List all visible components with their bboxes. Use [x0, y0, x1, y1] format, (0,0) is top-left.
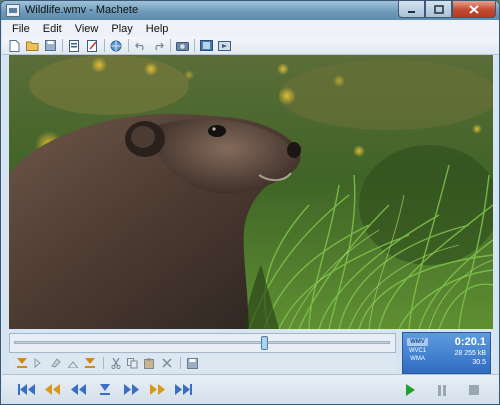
- save-icon[interactable]: [43, 39, 57, 52]
- video-codec: WVC1: [408, 348, 427, 354]
- minimize-button[interactable]: [398, 1, 425, 18]
- skip-end-icon: [175, 384, 192, 395]
- seek-thumb[interactable]: [261, 336, 268, 350]
- mark-end-icon[interactable]: [82, 357, 97, 370]
- save-clip-icon[interactable]: [185, 357, 200, 370]
- pause-icon: [438, 384, 446, 396]
- toolbar-separator: [194, 39, 195, 52]
- eraser-icon[interactable]: [48, 357, 63, 370]
- rewind-icon: [71, 384, 86, 395]
- menu-view[interactable]: View: [75, 23, 99, 35]
- mark-in-icon[interactable]: [14, 357, 29, 370]
- codec-info: WMV WVC1 WMA: [407, 338, 428, 363]
- status-panel: WMV WVC1 WMA 0:20.1 28 255 kB 30.5: [402, 332, 491, 374]
- menu-edit[interactable]: Edit: [43, 23, 62, 35]
- format-badge: WMV: [407, 338, 428, 346]
- menu-play[interactable]: Play: [111, 23, 132, 35]
- play-button[interactable]: [399, 382, 421, 398]
- edit-separator: [180, 357, 181, 369]
- cut-icon[interactable]: [108, 357, 123, 370]
- window-controls: [398, 1, 496, 18]
- filmstrip-icon[interactable]: [199, 39, 213, 52]
- skip-start-icon: [18, 384, 35, 395]
- seek-bar[interactable]: [9, 333, 396, 353]
- fps-display: 30.5: [472, 359, 486, 366]
- app-icon: [6, 4, 20, 17]
- stop-icon: [469, 385, 479, 395]
- play-icon: [405, 384, 415, 396]
- kb-display: 28 255 kB: [454, 350, 486, 357]
- audio-codec: WMA: [410, 356, 425, 362]
- video-frame[interactable]: [9, 55, 493, 329]
- step-frame-button[interactable]: [94, 382, 116, 398]
- prev-mark-icon: [45, 384, 60, 395]
- fast-forward-button[interactable]: [120, 382, 142, 398]
- globe-icon[interactable]: [109, 39, 123, 52]
- window-title: Wildlife.wmv - Machete: [25, 4, 139, 16]
- edit-separator: [103, 357, 104, 369]
- edit-info-icon[interactable]: [85, 39, 99, 52]
- pause-button[interactable]: [431, 382, 453, 398]
- minimize-icon: [408, 10, 415, 13]
- next-mark-icon: [150, 384, 165, 395]
- toolbar-separator: [128, 39, 129, 52]
- prev-mark-button[interactable]: [42, 382, 64, 398]
- transport-bar: [2, 374, 499, 404]
- go-to-end-button[interactable]: [172, 382, 194, 398]
- delete-icon[interactable]: [159, 357, 174, 370]
- redo-icon[interactable]: [151, 39, 165, 52]
- next-mark-button[interactable]: [146, 382, 168, 398]
- step-frame-icon: [100, 384, 110, 395]
- edit-toolbar: [9, 354, 396, 372]
- marmot-video-image: [9, 55, 493, 329]
- copy-icon[interactable]: [125, 357, 140, 370]
- snapshot-icon[interactable]: [175, 39, 189, 52]
- seek-track[interactable]: [14, 336, 390, 350]
- mark-out-icon[interactable]: [65, 357, 80, 370]
- toolbar-separator: [62, 39, 63, 52]
- stop-button[interactable]: [463, 382, 485, 398]
- app-window: Wildlife.wmv - Machete File Edit View Pl…: [0, 0, 500, 405]
- playback-controls: [389, 382, 485, 398]
- toolbar-separator: [104, 39, 105, 52]
- main-toolbar: [2, 37, 499, 55]
- go-to-start-button[interactable]: [16, 382, 38, 398]
- close-button[interactable]: [452, 1, 496, 18]
- menu-file[interactable]: File: [12, 23, 30, 35]
- goto-mark-icon[interactable]: [31, 357, 46, 370]
- undo-icon[interactable]: [133, 39, 147, 52]
- close-icon: [469, 4, 479, 14]
- fast-forward-icon: [124, 384, 139, 395]
- rewind-button[interactable]: [68, 382, 90, 398]
- title-bar: Wildlife.wmv - Machete: [1, 1, 499, 20]
- maximize-icon: [433, 4, 444, 14]
- new-file-icon[interactable]: [7, 39, 21, 52]
- open-folder-icon[interactable]: [25, 39, 39, 52]
- export-video-icon[interactable]: [217, 39, 231, 52]
- time-display: 0:20.1: [454, 336, 486, 348]
- maximize-button[interactable]: [425, 1, 452, 18]
- paste-icon[interactable]: [142, 357, 157, 370]
- menu-help[interactable]: Help: [146, 23, 169, 35]
- menu-bar: File Edit View Play Help: [2, 20, 499, 37]
- toolbar-separator: [170, 39, 171, 52]
- properties-icon[interactable]: [67, 39, 81, 52]
